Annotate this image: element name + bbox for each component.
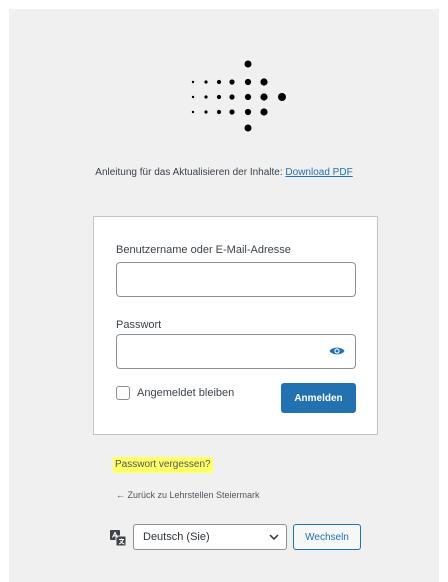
chevron-down-icon [269,534,279,541]
login-button[interactable]: Anmelden [281,383,356,413]
username-input[interactable] [116,262,356,297]
remember-me-label[interactable]: Angemeldet bleiben [137,387,234,399]
translate-icon [110,530,126,546]
password-label: Passwort [116,319,162,331]
remember-me[interactable]: Angemeldet bleiben [116,385,234,401]
password-input[interactable] [116,334,356,369]
update-instructions: Anleitung für das Aktualisieren der Inha… [24,165,424,181]
username-label: Benutzername oder E-Mail-Adresse [116,244,291,256]
download-pdf-link[interactable]: Download PDF [285,167,352,178]
language-select[interactable]: Deutsch (Sie) [133,524,287,550]
dotted-arrow-logo [191,60,286,132]
eye-icon[interactable] [329,345,345,357]
remember-me-checkbox[interactable] [116,386,130,400]
instructions-text: Anleitung für das Aktualisieren der Inha… [95,167,286,178]
lost-password-link[interactable]: Passwort vergessen? [113,457,213,473]
change-language-button[interactable]: Wechseln [293,524,361,550]
language-select-value: Deutsch (Sie) [143,531,210,543]
login-form: Benutzername oder E-Mail-Adresse Passwor… [93,216,378,435]
back-to-site-link[interactable]: ← Zurück zu Lehrstellen Steiermark [116,490,260,500]
